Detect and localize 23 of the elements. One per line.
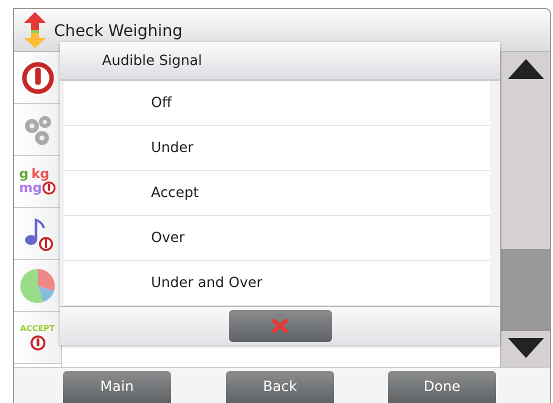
scroll-up-arrow-icon[interactable]: [506, 58, 544, 80]
footer-button[interactable]: Back: [226, 371, 334, 403]
unit-label: mg: [19, 182, 42, 194]
scroll-down-arrow-icon[interactable]: [506, 337, 544, 359]
scroll-thumb[interactable]: [501, 249, 550, 331]
footer-button[interactable]: Done: [388, 371, 496, 403]
option-item[interactable]: Over: [64, 216, 490, 261]
unit-label: g: [19, 168, 28, 181]
footer-button[interactable]: Main: [63, 371, 171, 403]
option-item[interactable]: Accept: [64, 171, 490, 216]
power-icon: [42, 181, 56, 195]
dialog-title: Audible Signal: [102, 52, 202, 68]
option-item[interactable]: Under: [64, 126, 490, 171]
window-title: Check Weighing: [54, 20, 183, 40]
power-icon: [30, 334, 46, 350]
unit-label: kg: [31, 168, 50, 181]
close-icon: [272, 319, 288, 333]
sidebar-item[interactable]: [14, 208, 61, 260]
pie-chart-icon: [18, 266, 56, 304]
sidebar-item[interactable]: [14, 52, 61, 104]
accept-label: ACCEPT: [20, 324, 55, 332]
power-icon: [20, 60, 54, 94]
option-item[interactable]: Off: [64, 81, 490, 126]
